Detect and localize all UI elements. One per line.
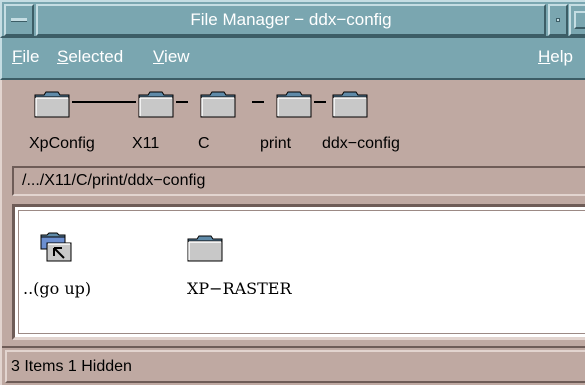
file-list-area[interactable]: ..(go up) XP−RASTER bbox=[12, 204, 585, 340]
menu-help-label: elp bbox=[550, 47, 573, 66]
folder-icon bbox=[187, 235, 223, 262]
path-label-xpconfig[interactable]: XpConfig bbox=[29, 135, 95, 153]
menu-file-mnemonic: F bbox=[12, 47, 23, 66]
file-label-go-up[interactable]: ..(go up) bbox=[23, 279, 91, 298]
folder-icon[interactable] bbox=[138, 90, 174, 118]
menu-help[interactable]: Help bbox=[538, 47, 573, 67]
path-connector bbox=[252, 101, 264, 103]
folder-icon[interactable] bbox=[332, 90, 368, 118]
status-text: 3 Items 1 Hidden bbox=[5, 350, 585, 383]
path-label-print[interactable]: print bbox=[260, 135, 291, 153]
folder-icon[interactable] bbox=[34, 90, 70, 118]
folder-icon[interactable] bbox=[200, 90, 236, 118]
status-bar: 3 Items 1 Hidden bbox=[2, 346, 585, 385]
menu-selected-label: elected bbox=[68, 47, 124, 66]
maximize-icon bbox=[574, 11, 585, 29]
path-label-ddx-config[interactable]: ddx−config bbox=[322, 135, 400, 153]
path-connector bbox=[176, 101, 188, 103]
file-label-xp-raster[interactable]: XP−RASTER bbox=[187, 279, 292, 298]
title-bar[interactable]: File Manager − ddx−config bbox=[0, 0, 585, 38]
menu-view-mnemonic: V bbox=[153, 47, 165, 66]
menu-view[interactable]: View bbox=[153, 47, 190, 67]
minimize-icon bbox=[556, 18, 560, 22]
folder-icon[interactable] bbox=[276, 90, 312, 118]
path-label-x11[interactable]: X11 bbox=[132, 135, 159, 153]
path-field[interactable]: /.../X11/C/print/ddx−config bbox=[12, 166, 585, 196]
window-menu-icon bbox=[11, 18, 27, 22]
file-item-go-up[interactable] bbox=[39, 231, 73, 270]
minimize-button[interactable] bbox=[548, 4, 568, 36]
menu-file[interactable]: File bbox=[12, 47, 39, 67]
path-connector bbox=[72, 101, 136, 103]
menu-help-mnemonic: H bbox=[538, 47, 551, 66]
path-label-c[interactable]: C bbox=[198, 135, 210, 153]
menu-bar: File Selected View Help bbox=[0, 38, 585, 80]
menu-selected-mnemonic: S bbox=[57, 47, 69, 66]
menu-selected[interactable]: Selected bbox=[57, 47, 123, 67]
file-list-inner: ..(go up) XP−RASTER bbox=[18, 210, 585, 334]
path-connector bbox=[314, 101, 326, 103]
maximize-button[interactable] bbox=[569, 4, 585, 36]
window-menu-button[interactable] bbox=[4, 4, 34, 36]
file-manager-panel: XpConfig X11 C print ddx−config /.../X11… bbox=[0, 80, 585, 385]
file-item-xp-raster[interactable] bbox=[187, 233, 223, 268]
menu-file-label: ile bbox=[22, 47, 40, 66]
folder-up-icon bbox=[40, 232, 72, 262]
menu-view-label: iew bbox=[164, 47, 190, 66]
window-title[interactable]: File Manager − ddx−config bbox=[36, 4, 546, 36]
